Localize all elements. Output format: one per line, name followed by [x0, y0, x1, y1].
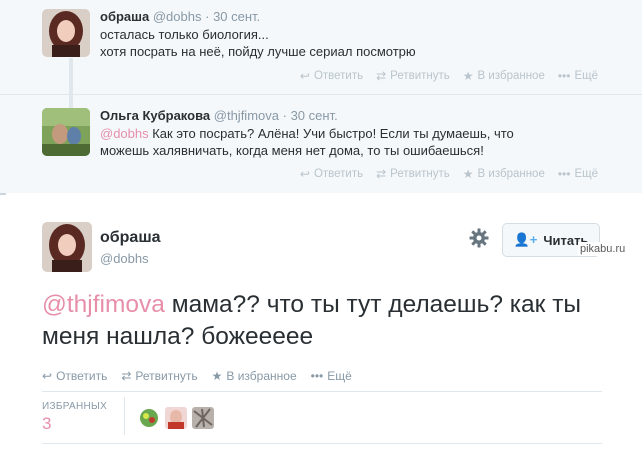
separator-dot: ·	[205, 9, 210, 24]
more-dots-icon: •••	[557, 69, 571, 83]
favoriter-avatar[interactable]	[192, 407, 214, 429]
retweet-icon: ⇄	[376, 167, 387, 181]
more-label: Ещё	[574, 168, 598, 180]
watermark: pikabu.ru	[578, 242, 628, 256]
reply-label: Ответить	[56, 369, 108, 383]
star-icon: ★	[211, 369, 223, 383]
fullname[interactable]: обраша	[100, 9, 149, 24]
separator-dot: ·	[282, 108, 287, 123]
more-button[interactable]: ••• Ещё	[311, 369, 352, 383]
reply-icon: ↩	[299, 167, 310, 181]
retweet-label: Ретвитнуть	[390, 168, 450, 180]
favorite-label: В избранное	[226, 369, 297, 383]
add-user-icon: 👤+	[513, 232, 538, 247]
fullname[interactable]: Ольга Кубракова	[100, 108, 210, 123]
favoriter-avatar[interactable]	[138, 407, 160, 429]
tweet-actions: ↩ Ответить ⇄ Ретвитнуть ★ В избранное ••…	[300, 69, 598, 83]
retweet-button[interactable]: ⇄ Ретвитнуть	[376, 69, 450, 83]
retweet-icon: ⇄	[376, 69, 387, 83]
tweet-header: Ольга Кубракова @thjfimova · 30 сент.	[100, 108, 338, 123]
star-icon: ★	[462, 69, 474, 83]
avatar[interactable]	[42, 9, 90, 57]
more-button[interactable]: ••• Ещё	[558, 167, 598, 181]
retweet-label: Ретвитнуть	[135, 369, 198, 383]
conversation-thread: обраша @dobhs · 30 сент. осталась только…	[0, 0, 642, 193]
divider	[42, 391, 602, 392]
tweet-text-line: осталась только биология...	[100, 27, 269, 42]
screen-name[interactable]: @dobhs	[100, 251, 149, 266]
more-label: Ещё	[574, 70, 598, 82]
tweet-actions: ↩ Ответить ⇄ Ретвитнуть ★ В избранное ••…	[42, 369, 352, 383]
permalink-tweet: обраша @dobhs 👤+ Читать @thjfimova мама?…	[0, 195, 642, 459]
favorites-label: ИЗБРАННЫХ	[42, 401, 108, 412]
favorite-button[interactable]: ★ В избранное	[463, 167, 545, 181]
favorite-label: В избранное	[477, 70, 545, 82]
favorites-stat[interactable]: ИЗБРАННЫХ 3	[42, 401, 107, 434]
retweet-icon: ⇄	[121, 369, 132, 383]
more-dots-icon: •••	[557, 167, 571, 181]
thread-tweet[interactable]: обраша @dobhs · 30 сент. осталась только…	[0, 0, 642, 94]
retweet-button[interactable]: ⇄ Ретвитнуть	[121, 369, 197, 383]
tweet-text: @thjfimova мама?? что ты тут делаешь? ка…	[42, 289, 622, 353]
tweet-text: @dobhs Как это посрать? Алёна! Учи быстр…	[100, 125, 540, 159]
mention-link[interactable]: @thjfimova	[42, 291, 165, 318]
favorite-button[interactable]: ★ В избранное	[463, 69, 545, 83]
retweet-button[interactable]: ⇄ Ретвитнуть	[376, 167, 450, 181]
more-button[interactable]: ••• Ещё	[558, 69, 598, 83]
avatar[interactable]	[42, 222, 92, 272]
favorites-count: 3	[42, 414, 52, 433]
reply-label: Ответить	[313, 168, 364, 180]
thread-tweet[interactable]: Ольга Кубракова @thjfimova · 30 сент. @d…	[0, 94, 642, 193]
favoriter-avatars	[138, 407, 214, 429]
favorite-label: В избранное	[477, 168, 545, 180]
reply-icon: ↩	[299, 69, 310, 83]
stat-separator	[124, 397, 125, 435]
fullname[interactable]: обраша	[100, 229, 161, 247]
divider	[42, 443, 602, 444]
screen-name[interactable]: @thjfimova	[214, 108, 279, 123]
tweet-text-line: хотя посрать на неё, пойду лучше сериал …	[100, 44, 416, 59]
reply-label: Ответить	[313, 70, 364, 82]
tweet-actions: ↩ Ответить ⇄ Ретвитнуть ★ В избранное ••…	[300, 167, 598, 181]
timestamp[interactable]: 30 сент.	[213, 9, 260, 24]
mention-link[interactable]: @dobhs	[100, 126, 149, 141]
more-dots-icon: •••	[310, 369, 324, 383]
tweet-text: осталась только биология... хотя посрать…	[100, 26, 540, 60]
gear-icon[interactable]	[468, 227, 490, 249]
reply-button[interactable]: ↩ Ответить	[42, 369, 107, 383]
timestamp[interactable]: 30 сент.	[291, 108, 338, 123]
tweet-header: обраша @dobhs · 30 сент.	[100, 9, 260, 24]
favorite-button[interactable]: ★ В избранное	[212, 369, 297, 383]
reply-button[interactable]: ↩ Ответить	[300, 69, 363, 83]
screen-name[interactable]: @dobhs	[153, 9, 202, 24]
favoriter-avatar[interactable]	[165, 407, 187, 429]
tweet-text-content: Как это посрать? Алёна! Учи быстро! Если…	[100, 126, 514, 158]
more-label: Ещё	[327, 369, 352, 383]
reply-icon: ↩	[42, 369, 53, 383]
star-icon: ★	[462, 167, 474, 181]
retweet-label: Ретвитнуть	[390, 70, 450, 82]
avatar[interactable]	[42, 108, 90, 156]
reply-button[interactable]: ↩ Ответить	[300, 167, 363, 181]
